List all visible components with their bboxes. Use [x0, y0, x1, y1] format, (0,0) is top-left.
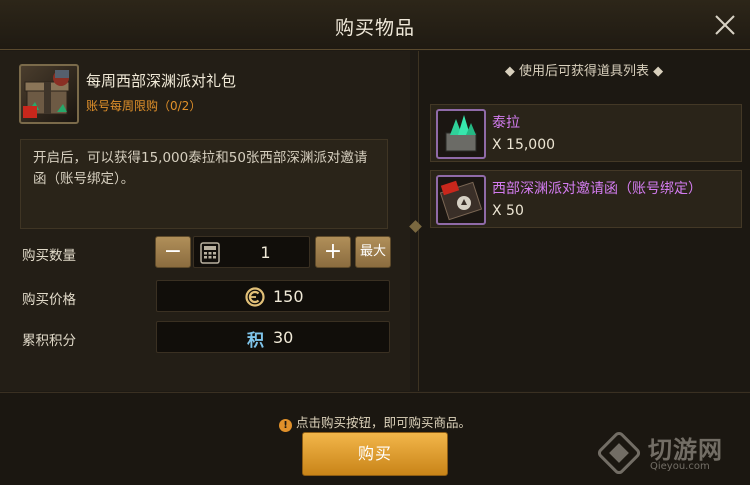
watermark: 切游网 Qieyou.com — [596, 428, 746, 480]
buy-button[interactable]: 购买 — [302, 432, 448, 476]
reward-count: X 15,000 — [492, 137, 556, 153]
invitation-letter-icon — [436, 175, 486, 225]
reward-item[interactable]: 泰拉 X 15,000 — [430, 104, 742, 162]
watermark-text: 切游网 — [648, 436, 723, 464]
dialog-header: 购买物品 — [0, 0, 750, 50]
currency-coin-icon — [245, 287, 265, 307]
watermark-subtext: Qieyou.com — [650, 461, 710, 472]
calculator-icon — [200, 242, 220, 264]
gift-box-icon — [19, 64, 79, 124]
price-field: 150 — [156, 280, 390, 312]
item-description: 开启后，可以获得15,000泰拉和50张西部深渊派对邀请函（账号绑定）。 — [20, 139, 388, 229]
reward-name: 泰拉 — [492, 115, 520, 131]
reward-name: 西部深渊派对邀请函（账号绑定） — [492, 181, 702, 197]
warning-icon: ! — [278, 419, 292, 432]
points-icon: 积 — [247, 331, 264, 351]
quantity-value: 1 — [260, 243, 271, 262]
quantity-label: 购买数量 — [22, 248, 76, 264]
reward-item[interactable]: 西部深渊派对邀请函（账号绑定） X 50 — [430, 170, 742, 228]
price-label: 购买价格 — [22, 292, 76, 308]
close-button[interactable] — [712, 12, 738, 38]
points-field: 积 30 — [156, 321, 390, 353]
max-button[interactable]: 最大 — [355, 236, 391, 268]
decrement-button[interactable]: − — [155, 236, 191, 268]
price-value: 150 — [273, 287, 304, 306]
dialog-title: 购买物品 — [334, 17, 415, 39]
reward-count: X 50 — [492, 203, 524, 219]
increment-button[interactable]: + — [315, 236, 351, 268]
watermark-logo-icon — [597, 431, 641, 475]
points-value: 30 — [273, 328, 294, 347]
points-label: 累积积分 — [22, 333, 76, 349]
purchase-limit: 账号每周限购（0/2） — [86, 99, 202, 113]
quantity-field[interactable]: 1 — [193, 236, 310, 268]
reward-list-title: ◆ 使用后可获得道具列表 ◆ — [504, 64, 664, 79]
close-icon — [715, 15, 735, 35]
item-name: 每周西部深渊派对礼包 — [86, 72, 237, 90]
purchase-hint-text: 点击购买按钮，即可购买商品。 — [295, 415, 471, 430]
terra-crystal-icon — [436, 109, 486, 159]
